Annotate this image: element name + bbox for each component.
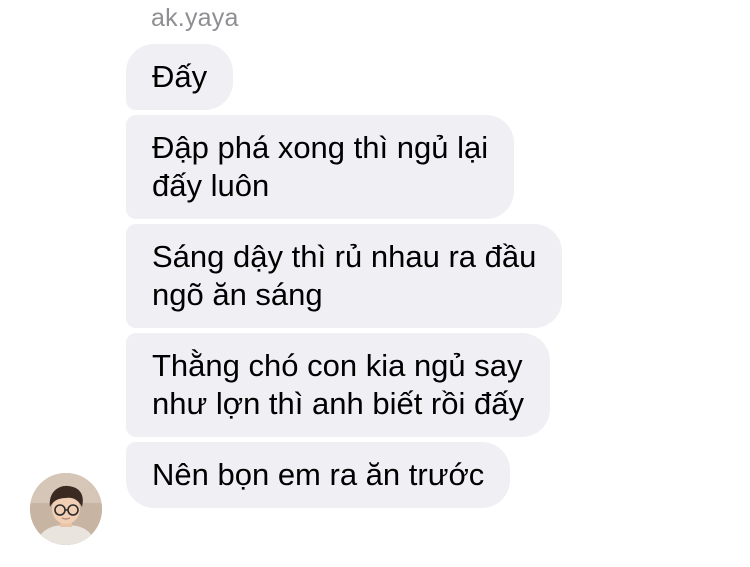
message-bubble[interactable]: Đập phá xong thì ngủ lại đấy luôn bbox=[126, 115, 515, 219]
user-avatar-icon bbox=[30, 473, 102, 545]
message-bubble[interactable]: Nên bọn em ra ăn trước bbox=[126, 442, 511, 508]
message-bubble[interactable]: Đấy bbox=[126, 44, 234, 110]
avatar[interactable] bbox=[30, 473, 102, 545]
message-bubble[interactable]: Sáng dậy thì rủ nhau ra đầu ngõ ăn sáng bbox=[126, 224, 563, 328]
sender-name: ak.yaya bbox=[151, 4, 239, 32]
message-bubble[interactable]: Thằng chó con kia ngủ say như lợn thì an… bbox=[126, 333, 550, 437]
message-thread: Đấy Đập phá xong thì ngủ lại đấy luôn Sá… bbox=[126, 44, 563, 508]
